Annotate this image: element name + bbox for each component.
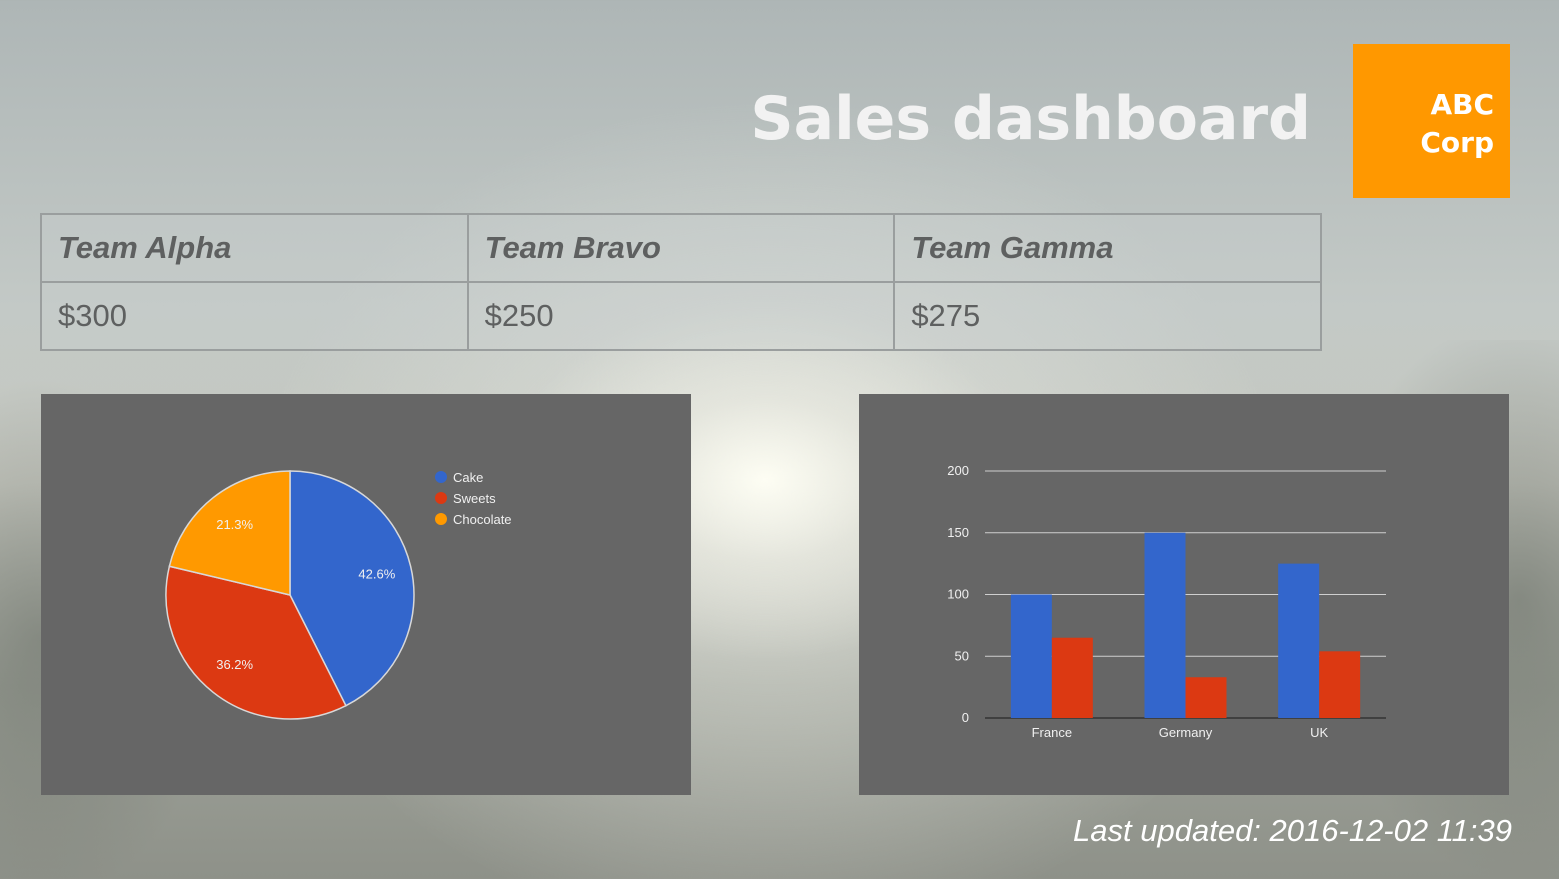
legend-label: Cake <box>453 470 483 485</box>
x-tick-label: France <box>1032 725 1072 740</box>
pie-slice-label: 42.6% <box>358 566 395 581</box>
team-header: Team Gamma <box>893 213 1322 283</box>
bar-uk-1 <box>1319 651 1361 718</box>
logo-line-2: Corp <box>1420 126 1494 159</box>
y-tick-label: 100 <box>947 587 969 602</box>
x-tick-label: Germany <box>1159 725 1213 740</box>
legend-marker <box>435 513 447 525</box>
y-tick-label: 50 <box>955 648 969 663</box>
legend-label: Chocolate <box>453 512 512 527</box>
pie-chart: 42.6% 36.2% 21.3% Cake Sweets Chocolate <box>165 470 512 720</box>
legend-label: Sweets <box>453 491 496 506</box>
x-tick-label: UK <box>1310 725 1328 740</box>
bar-chart: 0 50 100 150 200 France Germany UK <box>947 463 1386 740</box>
pie-slice-label: 36.2% <box>216 657 253 672</box>
team-value: $250 <box>466 281 896 351</box>
bar-germany-0 <box>1144 532 1186 718</box>
page-title: Sales dashboard <box>750 84 1311 154</box>
pie-chart-panel: 42.6% 36.2% 21.3% Cake Sweets Chocolate <box>41 394 691 795</box>
logo-line-1: ABC <box>1430 88 1494 121</box>
company-logo: ABC Corp <box>1353 44 1510 198</box>
team-sales-table: Team Alpha Team Bravo Team Gamma $300 $2… <box>40 213 1322 351</box>
y-tick-label: 150 <box>947 525 969 540</box>
bar-chart-panel: 0 50 100 150 200 France Germany UK <box>859 394 1509 795</box>
team-value: $275 <box>893 281 1322 351</box>
bar-germany-1 <box>1185 677 1227 718</box>
team-header: Team Alpha <box>40 213 469 283</box>
team-value: $300 <box>40 281 469 351</box>
bar-uk-0 <box>1278 563 1320 718</box>
legend-marker <box>435 471 447 483</box>
table-row: $300 $250 $275 <box>40 281 1322 351</box>
team-header: Team Bravo <box>466 213 896 283</box>
bar-france-0 <box>1010 594 1052 718</box>
pie-slice-label: 21.3% <box>216 517 253 532</box>
table-header-row: Team Alpha Team Bravo Team Gamma <box>40 213 1322 283</box>
legend-marker <box>435 492 447 504</box>
bar-france-1 <box>1051 637 1093 718</box>
last-updated-text: Last updated: 2016-12-02 11:39 <box>1073 813 1512 848</box>
y-tick-label: 0 <box>962 710 969 725</box>
y-tick-label: 200 <box>947 463 969 478</box>
